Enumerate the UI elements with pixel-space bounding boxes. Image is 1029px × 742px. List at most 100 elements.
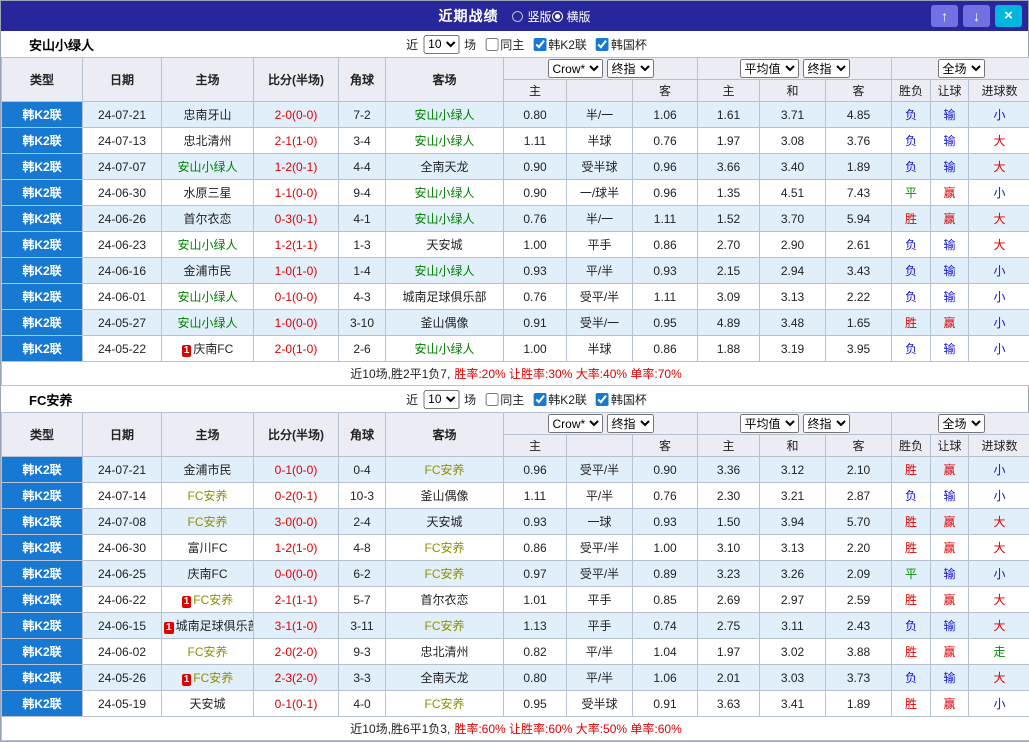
checkbox-korea-cup[interactable]: 韩国杯 bbox=[596, 36, 647, 53]
column-header-type: 类型 bbox=[2, 413, 83, 457]
winloss-result-cell: 胜 bbox=[892, 639, 931, 665]
goals-result-cell: 小 bbox=[969, 483, 1029, 509]
layout-radio-vertical[interactable]: 竖版 bbox=[512, 8, 551, 25]
bookmaker-select[interactable]: Crow* bbox=[548, 59, 603, 78]
team-label: 忠北清州 bbox=[420, 645, 468, 659]
summary-record: 近10场,胜6平1负3, bbox=[350, 722, 450, 736]
odds-home-cell: 0.82 bbox=[504, 639, 567, 665]
close-button[interactable]: × bbox=[995, 5, 1022, 27]
odds-selects-cell: Crow*终指 bbox=[504, 413, 698, 435]
handicap-result-cell: 输 bbox=[931, 561, 969, 587]
match-count-select[interactable]: 10 bbox=[423, 390, 459, 409]
league-k2-checkbox[interactable] bbox=[533, 393, 546, 406]
match-count-select[interactable]: 10 bbox=[423, 35, 459, 54]
goals-result-cell: 大 bbox=[969, 535, 1029, 561]
table-row: 韩K2联24-06-23安山小绿人1-2(1-1)1-3天安城1.00平手0.8… bbox=[2, 232, 1029, 258]
bookmaker-select[interactable]: Crow* bbox=[548, 414, 603, 433]
full-match-select[interactable]: 全场 bbox=[938, 59, 985, 78]
handicap-result-cell: 输 bbox=[931, 483, 969, 509]
odds-home-cell: 0.76 bbox=[504, 206, 567, 232]
avg-draw-cell: 2.97 bbox=[760, 587, 826, 613]
goals-result-cell: 小 bbox=[969, 284, 1029, 310]
checkbox-same-home[interactable]: 同主 bbox=[485, 391, 524, 408]
checkbox-korea-cup[interactable]: 韩国杯 bbox=[596, 391, 647, 408]
full-match-select[interactable]: 全场 bbox=[938, 414, 985, 433]
home-team-cell: 金浦市民 bbox=[162, 258, 254, 284]
team-label: 天安城 bbox=[426, 238, 462, 252]
avg-final-select[interactable]: 终指 bbox=[803, 414, 850, 433]
league-type-cell: 韩K2联 bbox=[2, 483, 83, 509]
checkbox-label: 韩国杯 bbox=[611, 391, 647, 408]
avg-away-cell: 2.20 bbox=[826, 535, 892, 561]
away-team-cell: 忠北清州 bbox=[386, 639, 504, 665]
column-header-corners: 角球 bbox=[339, 413, 386, 457]
filter-controls: 近10场同主韩K2联韩国杯 bbox=[406, 35, 647, 54]
table-row: 韩K2联24-06-16金浦市民1-0(1-0)1-4安山小绿人0.93平/半0… bbox=[2, 258, 1029, 284]
move-up-button[interactable]: ↑ bbox=[931, 5, 958, 27]
team-label: 水原三星 bbox=[183, 186, 231, 200]
odds-final-select[interactable]: 终指 bbox=[607, 414, 654, 433]
date-cell: 24-07-21 bbox=[83, 457, 162, 483]
winloss-result-cell: 平 bbox=[892, 561, 931, 587]
avg-home-cell: 1.35 bbox=[698, 180, 760, 206]
away-team-cell: 全南天龙 bbox=[386, 154, 504, 180]
korea-cup-checkbox[interactable] bbox=[596, 393, 609, 406]
checkbox-same-home[interactable]: 同主 bbox=[485, 36, 524, 53]
winloss-result-cell: 负 bbox=[892, 284, 931, 310]
winloss-result-cell: 负 bbox=[892, 336, 931, 362]
move-down-button[interactable]: ↓ bbox=[963, 5, 990, 27]
team-label: 安山小绿人 bbox=[414, 212, 474, 226]
date-cell: 24-05-22 bbox=[83, 336, 162, 362]
league-k2-checkbox[interactable] bbox=[533, 38, 546, 51]
avg-home-cell: 3.10 bbox=[698, 535, 760, 561]
home-team-cell: 忠北清州 bbox=[162, 128, 254, 154]
odds-away-cell: 0.91 bbox=[633, 691, 698, 717]
team-label: 金浦市民 bbox=[183, 463, 231, 477]
subheader-avg-away: 客 bbox=[826, 80, 892, 102]
league-type-cell: 韩K2联 bbox=[2, 310, 83, 336]
table-row: 韩K2联24-07-08FC安养3-0(0-0)2-4天安城0.93一球0.93… bbox=[2, 509, 1029, 535]
checkbox-league-k2[interactable]: 韩K2联 bbox=[533, 36, 587, 53]
league-type-cell: 韩K2联 bbox=[2, 665, 83, 691]
corners-cell: 6-2 bbox=[339, 561, 386, 587]
winloss-result-cell: 负 bbox=[892, 665, 931, 691]
same-home-checkbox[interactable] bbox=[485, 393, 498, 406]
winloss-result-cell: 负 bbox=[892, 102, 931, 128]
handicap-result-cell: 赢 bbox=[931, 587, 969, 613]
odds-away-cell: 0.86 bbox=[633, 232, 698, 258]
avg-draw-cell: 3.19 bbox=[760, 336, 826, 362]
table-row: 韩K2联24-06-151城南足球俱乐部3-1(1-0)3-11FC安养1.13… bbox=[2, 613, 1029, 639]
same-home-checkbox[interactable] bbox=[485, 38, 498, 51]
avg-away-cell: 4.85 bbox=[826, 102, 892, 128]
date-cell: 24-06-30 bbox=[83, 180, 162, 206]
handicap-result-cell: 输 bbox=[931, 613, 969, 639]
layout-radio-horizontal[interactable]: 横版 bbox=[552, 8, 591, 25]
goals-result-cell: 大 bbox=[969, 587, 1029, 613]
games-label: 场 bbox=[464, 36, 476, 53]
korea-cup-checkbox[interactable] bbox=[596, 38, 609, 51]
league-type-cell: 韩K2联 bbox=[2, 284, 83, 310]
team-label: FC安养 bbox=[188, 489, 228, 503]
near-label: 近 bbox=[406, 391, 418, 408]
avg-final-select[interactable]: 终指 bbox=[803, 59, 850, 78]
team-label: 城南足球俱乐部 bbox=[402, 290, 486, 304]
checkbox-label: 同主 bbox=[500, 36, 524, 53]
handicap-result-cell: 输 bbox=[931, 336, 969, 362]
red-card-badge: 1 bbox=[164, 622, 174, 634]
checkbox-league-k2[interactable]: 韩K2联 bbox=[533, 391, 587, 408]
summary-record: 近10场,胜2平1负7, bbox=[350, 367, 450, 381]
odds-final-select[interactable]: 终指 bbox=[607, 59, 654, 78]
avg-home-cell: 2.69 bbox=[698, 587, 760, 613]
average-select[interactable]: 平均值 bbox=[740, 414, 799, 433]
average-select[interactable]: 平均值 bbox=[740, 59, 799, 78]
odds-away-cell: 0.76 bbox=[633, 483, 698, 509]
away-team-cell: FC安养 bbox=[386, 457, 504, 483]
team-label: 安山小绿人 bbox=[414, 264, 474, 278]
away-team-cell: 釜山偶像 bbox=[386, 483, 504, 509]
corners-cell: 0-4 bbox=[339, 457, 386, 483]
subheader-avg-home: 主 bbox=[698, 435, 760, 457]
winloss-result-cell: 负 bbox=[892, 128, 931, 154]
checkbox-label: 韩K2联 bbox=[548, 36, 587, 53]
odds-away-cell: 1.11 bbox=[633, 284, 698, 310]
away-team-cell: 安山小绿人 bbox=[386, 180, 504, 206]
